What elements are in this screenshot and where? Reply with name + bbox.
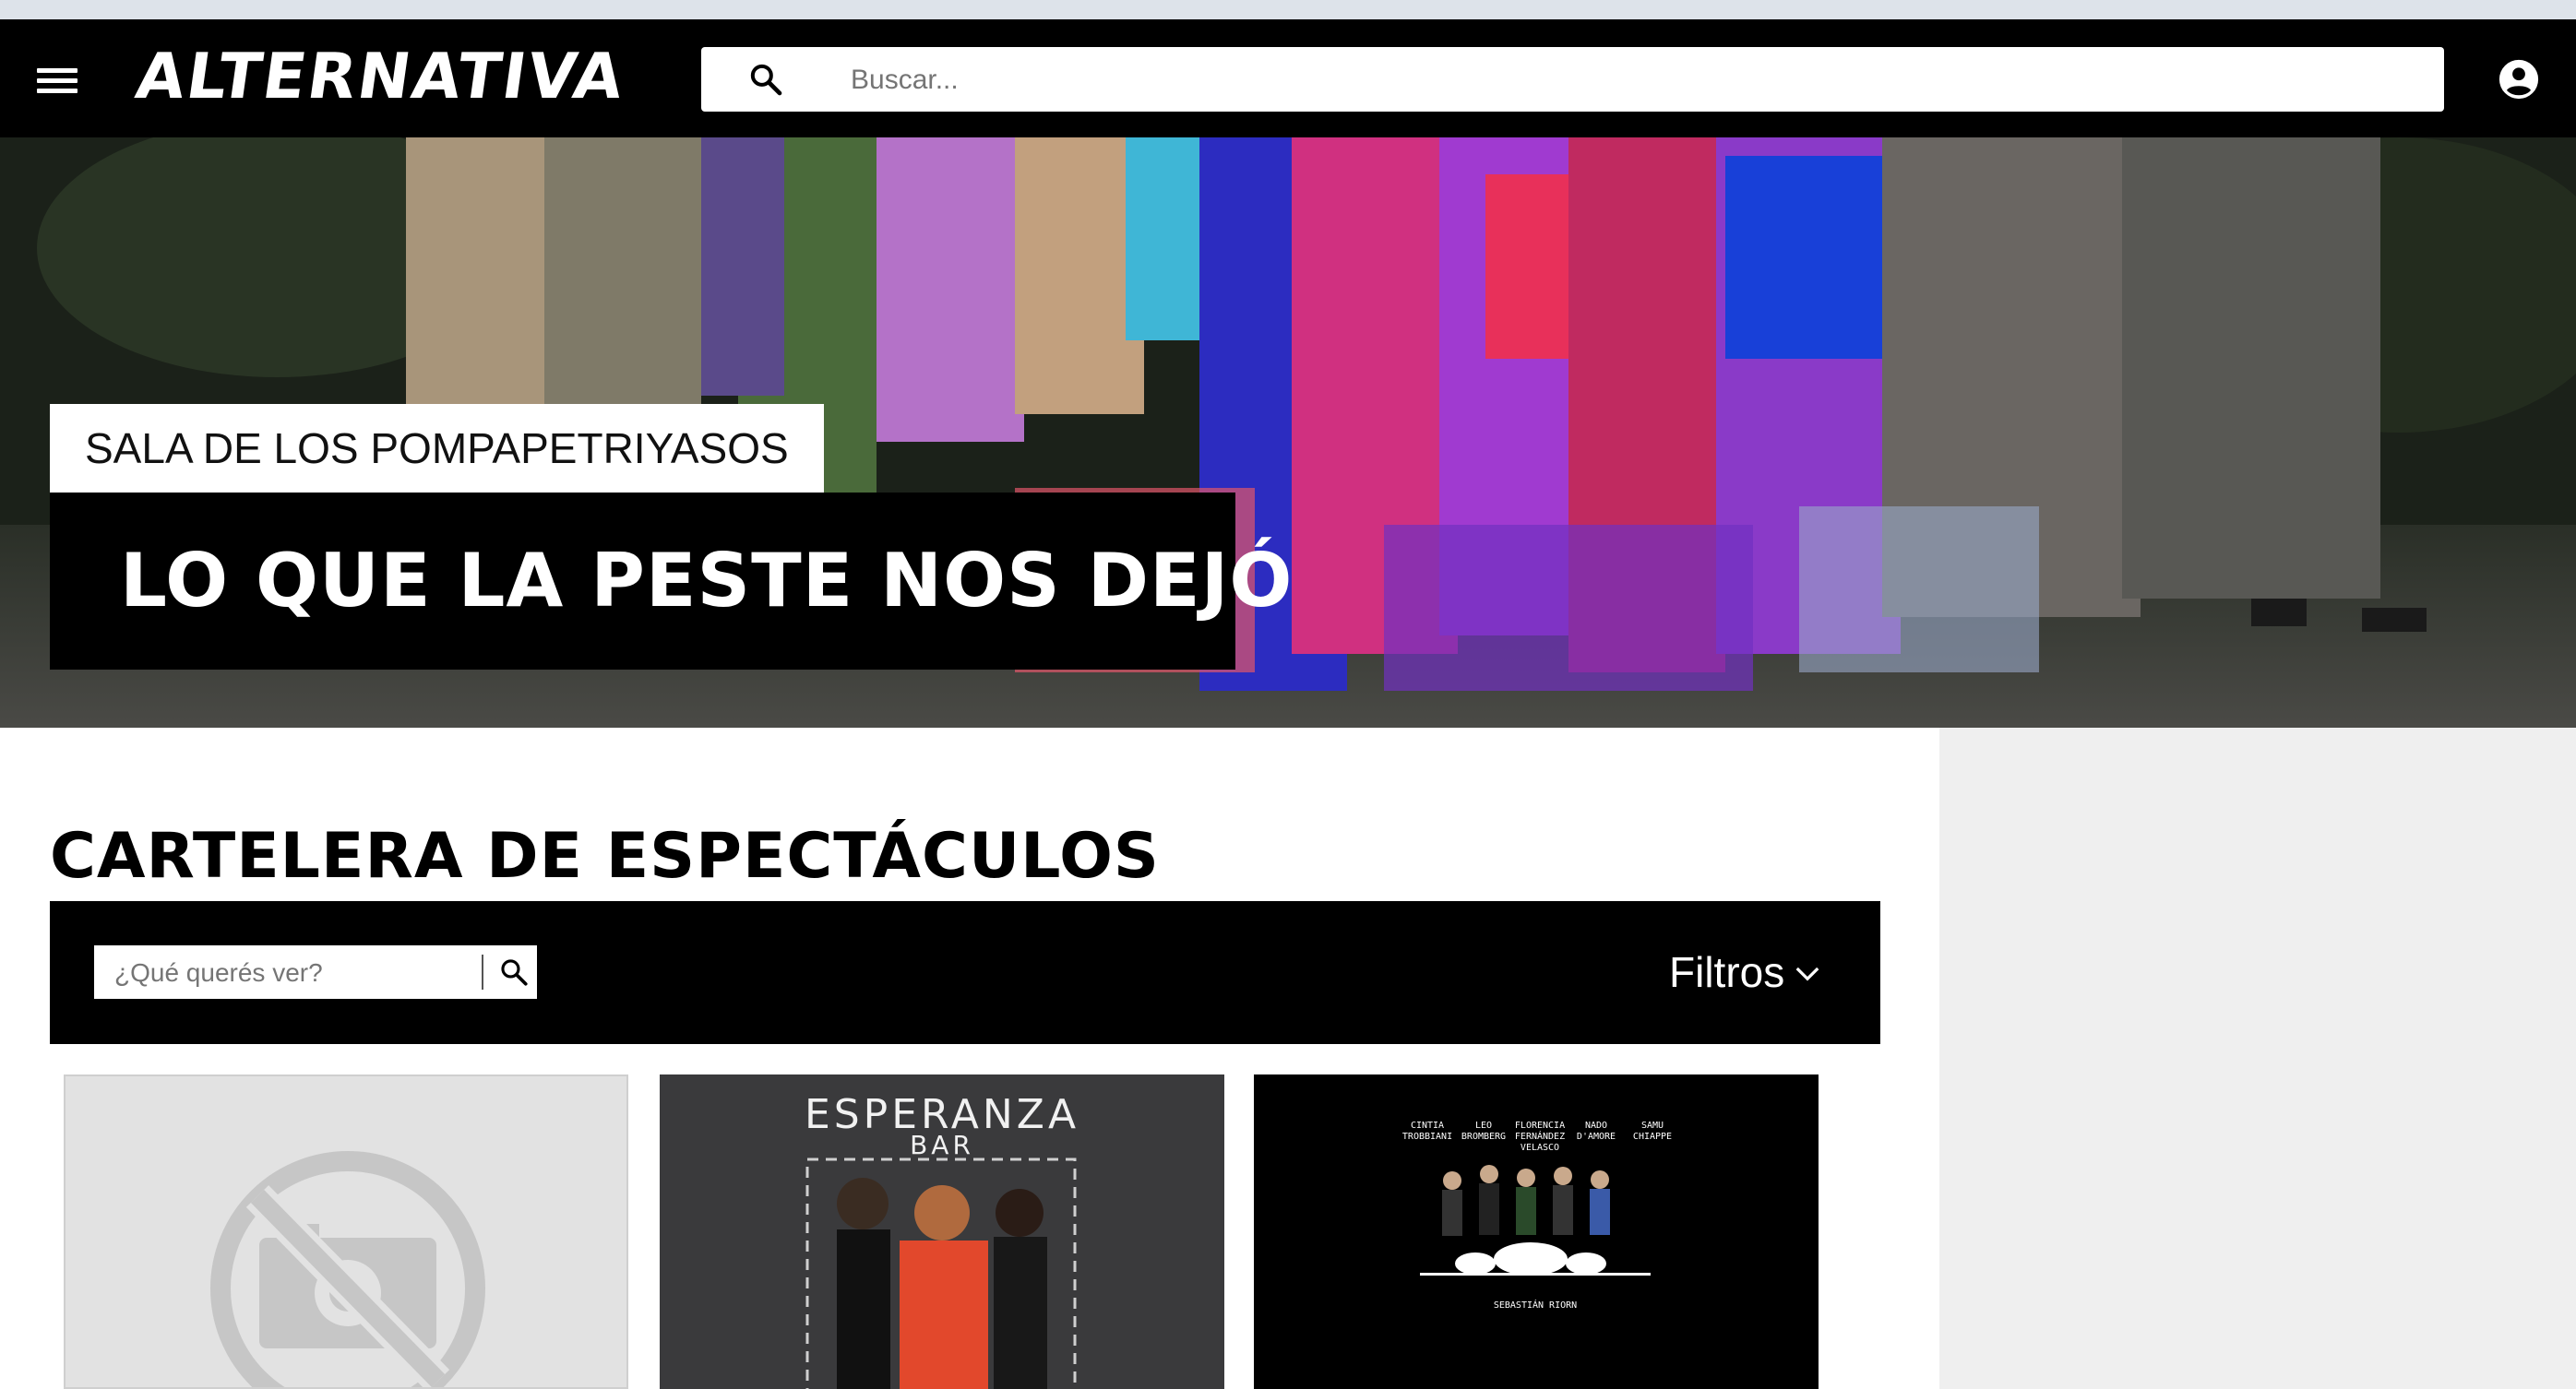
search-icon [750,64,782,96]
chevron-down-icon [1795,967,1819,981]
show-card[interactable] [64,1074,628,1389]
top-navbar: ALTERNATIVA [0,19,2576,137]
show-card[interactable]: ESPERANZA BAR [660,1074,1224,1389]
filters-dropdown-button[interactable]: Filtros [1669,944,1821,1001]
filters-label: Filtros [1669,948,1785,996]
show-search-button[interactable] [489,945,537,999]
poster-artwork [805,1158,1077,1389]
right-sidebar [1939,728,2576,1389]
search-input[interactable] [849,47,2421,113]
site-logo[interactable]: ALTERNATIVA [132,41,630,113]
no-photo-placeholder-icon [210,1151,485,1387]
poster-credit-bottom: SEBASTIÁN RIORN [1493,1300,1578,1311]
account-circle-icon[interactable] [2498,58,2540,101]
search-icon [501,959,528,986]
hero-venue-label: SALA DE LOS POMPAPETRIYASOS [50,404,824,493]
hamburger-menu-icon[interactable] [37,68,78,94]
global-search-bar[interactable] [701,47,2444,113]
search-divider [482,955,483,990]
show-search-box[interactable] [94,945,537,1001]
page-title: CARTELERA DE ESPECTÁCULOS [50,819,1160,893]
browser-top-strip [0,0,2576,19]
show-card[interactable]: CINTIA TROBBIANI LEO BROMBERG FLORENCIA … [1254,1074,1819,1389]
show-search-input[interactable] [113,945,485,1001]
hero-banner[interactable]: SALA DE LOS POMPAPETRIYASOS LO QUE LA PE… [0,137,2576,728]
filter-bar: Filtros [50,901,1880,1044]
hero-show-title[interactable]: LO QUE LA PESTE NOS DEJÓ [50,493,1292,670]
poster-artwork [1420,1165,1651,1276]
